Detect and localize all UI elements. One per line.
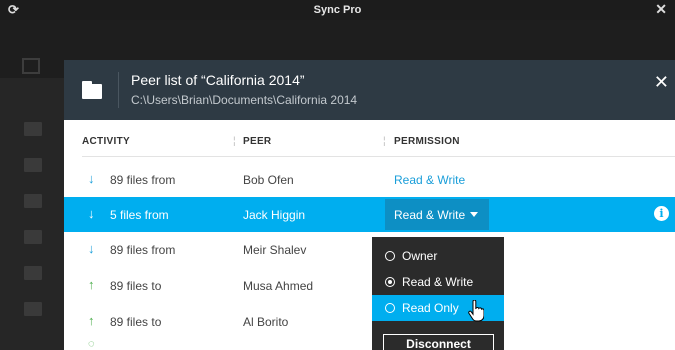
table-row-selected[interactable]: ↓ 5 files from Jack Higgin Read & Write … xyxy=(64,197,675,232)
peer-list-dialog: Peer list of “California 2014” C:\Users\… xyxy=(64,60,675,350)
menu-option-label: Read & Write xyxy=(402,275,474,289)
radio-unchecked-icon xyxy=(385,251,395,261)
folder-icon xyxy=(24,266,42,280)
column-separator: ¦ xyxy=(383,136,386,147)
download-arrow-icon: ↓ xyxy=(88,206,95,221)
upload-arrow-icon: ↑ xyxy=(88,277,95,292)
permission-menu: Owner Read & Write Read Only Disconnect xyxy=(372,237,504,350)
folder-icon xyxy=(24,194,42,208)
table-row[interactable]: ↓ 89 files from Bob Ofen Read & Write xyxy=(64,162,675,197)
menu-option-owner[interactable]: Owner xyxy=(372,243,504,269)
activity-cell: 89 files from xyxy=(110,243,176,257)
disconnect-button[interactable]: Disconnect xyxy=(383,334,494,350)
dialog-title: Peer list of “California 2014” xyxy=(131,72,305,88)
download-arrow-icon: ↓ xyxy=(88,241,95,256)
table-row[interactable]: ↑ 89 files to Musa Ahmed xyxy=(64,268,675,303)
window-title: Sync Pro xyxy=(313,4,362,16)
download-arrow-icon: ↓ xyxy=(88,171,95,186)
header-divider xyxy=(118,72,119,108)
hand-cursor-icon xyxy=(468,300,484,322)
add-folder-icon xyxy=(22,58,40,74)
activity-cell: 89 files from xyxy=(110,173,176,187)
activity-cell: 5 files from xyxy=(110,208,169,222)
folder-icon xyxy=(24,122,42,136)
peer-cell: Bob Ofen xyxy=(243,173,294,187)
folder-icon xyxy=(24,302,42,316)
radio-checked-icon xyxy=(385,277,395,287)
activity-cell: 89 files to xyxy=(110,315,162,329)
peer-cell: Jack Higgin xyxy=(243,208,306,222)
column-header-activity: ACTIVITY xyxy=(82,136,130,147)
title-bar: ⟳ Sync Pro ✕ xyxy=(0,0,675,20)
table-row[interactable]: ↓ 89 files from Meir Shalev xyxy=(64,232,675,267)
info-icon[interactable]: i xyxy=(654,206,669,221)
menu-option-label: Read Only xyxy=(402,301,459,315)
dialog-header: Peer list of “California 2014” C:\Users\… xyxy=(64,60,675,120)
column-separator: ¦ xyxy=(233,136,236,147)
folder-path: C:\Users\Brian\Documents\California 2014 xyxy=(131,93,358,107)
menu-option-read-only[interactable]: Read Only xyxy=(372,295,504,321)
window-close-icon[interactable]: ✕ xyxy=(655,1,667,18)
peer-cell: Musa Ahmed xyxy=(243,279,314,293)
background-folder-list xyxy=(0,78,64,350)
upload-arrow-icon: ◌ xyxy=(88,338,95,350)
table-row[interactable]: ◌ xyxy=(64,338,675,350)
chevron-down-icon xyxy=(470,212,478,217)
radio-unchecked-icon xyxy=(385,303,395,313)
menu-option-label: Owner xyxy=(402,249,438,263)
permission-dropdown-label: Read & Write xyxy=(394,208,466,222)
peer-cell: Al Borito xyxy=(243,315,289,329)
table-row[interactable]: ↑ 89 files to Al Borito xyxy=(64,304,675,339)
close-icon[interactable]: ✕ xyxy=(654,72,669,93)
upload-arrow-icon: ↑ xyxy=(88,313,95,328)
column-header-permission: PERMISSION xyxy=(394,136,460,147)
header-divider-line xyxy=(82,156,675,157)
folder-icon xyxy=(24,158,42,172)
activity-cell: 89 files to xyxy=(110,279,162,293)
column-header-peer: PEER xyxy=(243,136,272,147)
peer-cell: Meir Shalev xyxy=(243,243,307,257)
permission-dropdown-button[interactable]: Read & Write xyxy=(385,199,489,230)
menu-option-read-write[interactable]: Read & Write xyxy=(372,269,504,295)
permission-link[interactable]: Read & Write xyxy=(394,173,465,187)
folder-icon xyxy=(24,230,42,244)
